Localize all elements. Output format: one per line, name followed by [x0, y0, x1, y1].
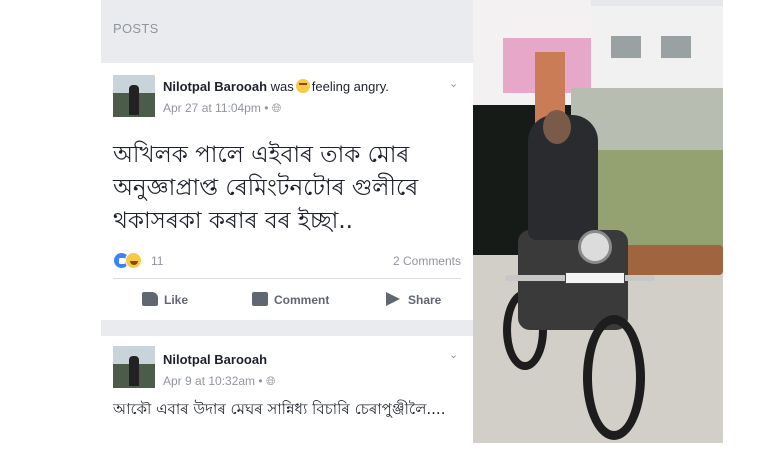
comments-count-link[interactable]: 2 Comments — [393, 254, 461, 268]
author-name[interactable]: Nilotpal Barooah — [163, 79, 267, 94]
haha-reaction-icon — [125, 252, 142, 269]
posts-feed: POSTS Nilotpal Barooah was feeling angry.… — [101, 0, 473, 450]
chevron-down-icon[interactable]: ⌄ — [449, 348, 459, 361]
activity-prefix: was — [270, 79, 294, 94]
share-label: Share — [408, 293, 442, 307]
comment-bubble-icon — [252, 292, 268, 306]
like-button[interactable]: Like — [142, 291, 202, 309]
globe-icon: 🌐︎ — [265, 374, 276, 388]
avatar[interactable] — [113, 75, 155, 117]
chevron-down-icon[interactable]: ⌄ — [449, 77, 459, 90]
post-card: Nilotpal Barooah Apr 9 at 10:32am • 🌐︎ ⌄… — [101, 336, 473, 450]
globe-icon: 🌐︎ — [271, 101, 282, 115]
angry-face-icon — [295, 79, 310, 93]
post-text: অখিলক পালে এইবাৰ তাক মোৰ অনুজ্ঞাপ্ৰাপ্ত … — [113, 142, 419, 234]
post-header-line: Nilotpal Barooah — [163, 352, 267, 367]
posts-section-header: POSTS — [101, 0, 473, 62]
post-photo[interactable] — [473, 0, 723, 443]
feeling-text: feeling angry. — [311, 79, 389, 94]
thumbs-up-icon — [142, 292, 158, 306]
like-label: Like — [164, 293, 189, 307]
post-card: Nilotpal Barooah was feeling angry. Apr 2… — [101, 63, 473, 320]
post-meta: Apr 27 at 11:04pm • 🌐︎ — [163, 101, 281, 116]
post-timestamp[interactable]: Apr 9 at 10:32am — [163, 374, 255, 388]
share-button[interactable]: Share — [386, 291, 456, 309]
author-name[interactable]: Nilotpal Barooah — [163, 352, 267, 367]
share-arrow-icon — [386, 292, 402, 306]
divider — [113, 278, 461, 279]
meta-separator: • — [258, 374, 263, 388]
meta-separator: • — [264, 101, 269, 115]
post-text: আকৌ এবাৰ উদাৰ মেঘৰ সান্নিধ্য বিচাৰি চেৰা… — [113, 400, 446, 418]
reaction-count: 11 — [151, 254, 164, 268]
posts-section-title: POSTS — [113, 21, 159, 36]
post-header-line: Nilotpal Barooah was feeling angry. — [163, 79, 389, 94]
comment-label: Comment — [274, 293, 330, 307]
post-meta: Apr 9 at 10:32am • 🌐︎ — [163, 374, 276, 389]
avatar[interactable] — [113, 346, 155, 388]
comment-button[interactable]: Comment — [252, 291, 342, 309]
post-timestamp[interactable]: Apr 27 at 11:04pm — [163, 101, 261, 115]
